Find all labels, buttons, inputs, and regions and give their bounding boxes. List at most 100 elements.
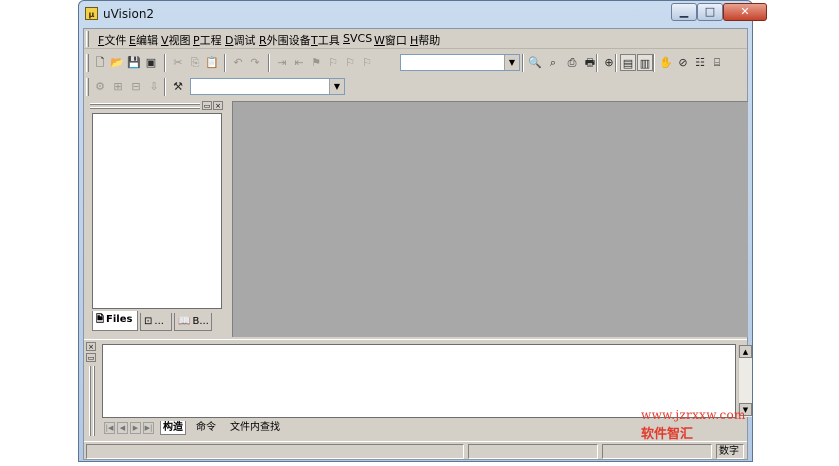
chevron-down-icon[interactable]: ▼ — [329, 79, 344, 94]
toolbar-grip[interactable] — [86, 54, 89, 72]
menu-item-2[interactable]: V视图 — [161, 32, 191, 48]
restore-icon[interactable]: ▭ — [86, 353, 96, 362]
download-icon[interactable]: ⇩ — [146, 78, 162, 95]
project-tab-label: Files — [106, 314, 133, 325]
undo-icon[interactable]: ↶ — [230, 54, 246, 71]
save-icon[interactable]: 💾 — [126, 54, 142, 71]
menu-item-9[interactable]: H帮助 — [410, 32, 440, 48]
uvision-icon[interactable]: μ — [85, 7, 98, 20]
output-scrollbar[interactable]: ▲ ▼ — [738, 345, 752, 417]
find-combo[interactable]: ▼ — [400, 54, 520, 71]
last-tab-icon[interactable]: ▶| — [143, 422, 154, 434]
client-area: F文件 E编辑 V视图 P工程 D调试 R外围设备 T工具 SVCS W窗口 H帮助 🗋 📂 💾 ▣ ✂ ⎘… — [83, 28, 752, 460]
project-tree[interactable] — [92, 113, 222, 309]
bookmark-toggle-icon[interactable]: ⚑ — [308, 54, 324, 71]
grip-line — [93, 366, 95, 436]
title-bar[interactable]: μ uVision2 ▁ □ ✕ — [79, 1, 767, 27]
copy-icon[interactable]: ⎘ — [187, 54, 203, 71]
menu-item-3[interactable]: P工程 — [193, 32, 222, 48]
output-text[interactable]: ▲ ▼ — [102, 344, 752, 418]
minimize-button[interactable]: ▁ — [671, 3, 697, 21]
open-folder-icon[interactable]: 📂 — [109, 54, 125, 71]
find-in-files-icon[interactable]: 🔍 — [527, 54, 543, 71]
stop-icon[interactable]: ⊘ — [675, 54, 691, 71]
menu-label: 视图 — [168, 34, 191, 47]
grip-line — [89, 366, 91, 436]
status-message — [86, 444, 464, 459]
maximize-button[interactable]: □ — [697, 3, 723, 21]
chevron-down-icon[interactable]: ▼ — [504, 55, 519, 70]
new-file-icon[interactable]: 🗋 — [92, 54, 108, 71]
app-window: μ uVision2 ▁ □ ✕ F文件 E编辑 V视图 P工程 D调试 R外围设备 T工具… — [78, 0, 767, 462]
hand-icon[interactable]: ✋ — [658, 54, 674, 71]
menu-item-4[interactable]: D调试 — [225, 32, 255, 48]
menu-label: VCS — [349, 32, 373, 45]
config-icon[interactable]: ☷ — [692, 54, 708, 71]
project-tab-label: B... — [192, 316, 209, 327]
bookmark-prev-icon[interactable]: ⚐ — [342, 54, 358, 71]
workspace-window-icon[interactable]: ▤ — [620, 54, 636, 71]
project-tab-0[interactable]: 🗎 Files — [92, 311, 138, 331]
menu-label: 编辑 — [135, 34, 158, 47]
menu-item-6[interactable]: T工具 — [311, 32, 340, 48]
menu-label: 外围设备 — [266, 34, 311, 47]
build-target-icon[interactable]: ⊞ — [110, 78, 126, 95]
help-book-icon[interactable]: ⌸ — [709, 54, 725, 71]
bookmark-clear-icon[interactable]: ⚐ — [359, 54, 375, 71]
output-tab-1[interactable]: 命令 — [196, 421, 216, 435]
menu-item-8[interactable]: W窗口 — [374, 32, 407, 48]
num-lock-indicator: 数字 — [716, 444, 744, 459]
output-tab-2[interactable]: 文件内查找 — [230, 421, 280, 435]
first-tab-icon[interactable]: |◀ — [104, 422, 115, 434]
menu-accelerator: S — [343, 32, 350, 45]
indent-icon[interactable]: ⇥ — [274, 54, 290, 71]
menu-accelerator: P — [193, 34, 200, 47]
close-button[interactable]: ✕ — [723, 3, 767, 21]
output-side-bar: × ▭ — [86, 342, 100, 438]
toolbar-grip[interactable] — [86, 78, 89, 96]
print-icon[interactable]: 🖶 — [582, 54, 598, 71]
close-icon[interactable]: × — [86, 342, 96, 351]
redo-icon[interactable]: ↷ — [247, 54, 263, 71]
restore-icon[interactable]: ▭ — [202, 101, 212, 110]
find-icon[interactable]: ⌕ — [545, 54, 561, 71]
grip-line — [90, 107, 200, 109]
editor-area[interactable] — [232, 101, 748, 337]
status-cell — [602, 444, 712, 459]
toolbar-separator — [164, 54, 166, 72]
next-tab-icon[interactable]: ▶ — [130, 422, 141, 434]
files-tab-icon: 🗎 — [96, 314, 105, 325]
menu-grip[interactable] — [86, 31, 89, 47]
menu-label: 工程 — [199, 34, 222, 47]
translate-icon[interactable]: ⚙ — [92, 78, 108, 95]
workspace-titlebar[interactable]: ▭ × — [88, 101, 226, 111]
bookmark-next-icon[interactable]: ⚐ — [325, 54, 341, 71]
menu-item-5[interactable]: R外围设备 — [259, 32, 311, 48]
output-tab-0[interactable]: 构造 — [160, 421, 186, 435]
menu-item-1[interactable]: E编辑 — [129, 32, 158, 48]
unindent-icon[interactable]: ⇤ — [291, 54, 307, 71]
regs-tab-icon: ⊡ — [144, 316, 153, 327]
target-combo[interactable]: ▼ — [190, 78, 345, 95]
incremental-find-icon[interactable]: ⎙ — [564, 54, 580, 71]
rebuild-all-icon[interactable]: ⊟ — [128, 78, 144, 95]
project-tab-1[interactable]: ⊡... — [140, 313, 172, 331]
project-tab-2[interactable]: 📖 B... — [174, 313, 212, 331]
menu-label: 帮助 — [418, 34, 441, 47]
zoom-icon[interactable]: ⊕ — [601, 54, 617, 71]
menu-label: 工具 — [317, 34, 340, 47]
output-window-icon[interactable]: ▥ — [637, 54, 653, 71]
menu-item-0[interactable]: F文件 — [98, 32, 126, 48]
menu-accelerator: V — [161, 34, 169, 47]
prev-tab-icon[interactable]: ◀ — [117, 422, 128, 434]
menu-accelerator: W — [374, 34, 385, 47]
paste-icon[interactable]: 📋 — [204, 54, 220, 71]
close-icon[interactable]: × — [213, 101, 223, 110]
save-all-icon[interactable]: ▣ — [143, 54, 159, 71]
scroll-up-icon[interactable]: ▲ — [739, 345, 752, 358]
menu-label: 文件 — [104, 34, 127, 47]
cut-icon[interactable]: ✂ — [170, 54, 186, 71]
books-tab-icon: 📖 — [178, 316, 191, 327]
menu-item-7[interactable]: SVCS — [343, 32, 372, 45]
target-options-icon[interactable]: ⚒ — [170, 78, 186, 95]
